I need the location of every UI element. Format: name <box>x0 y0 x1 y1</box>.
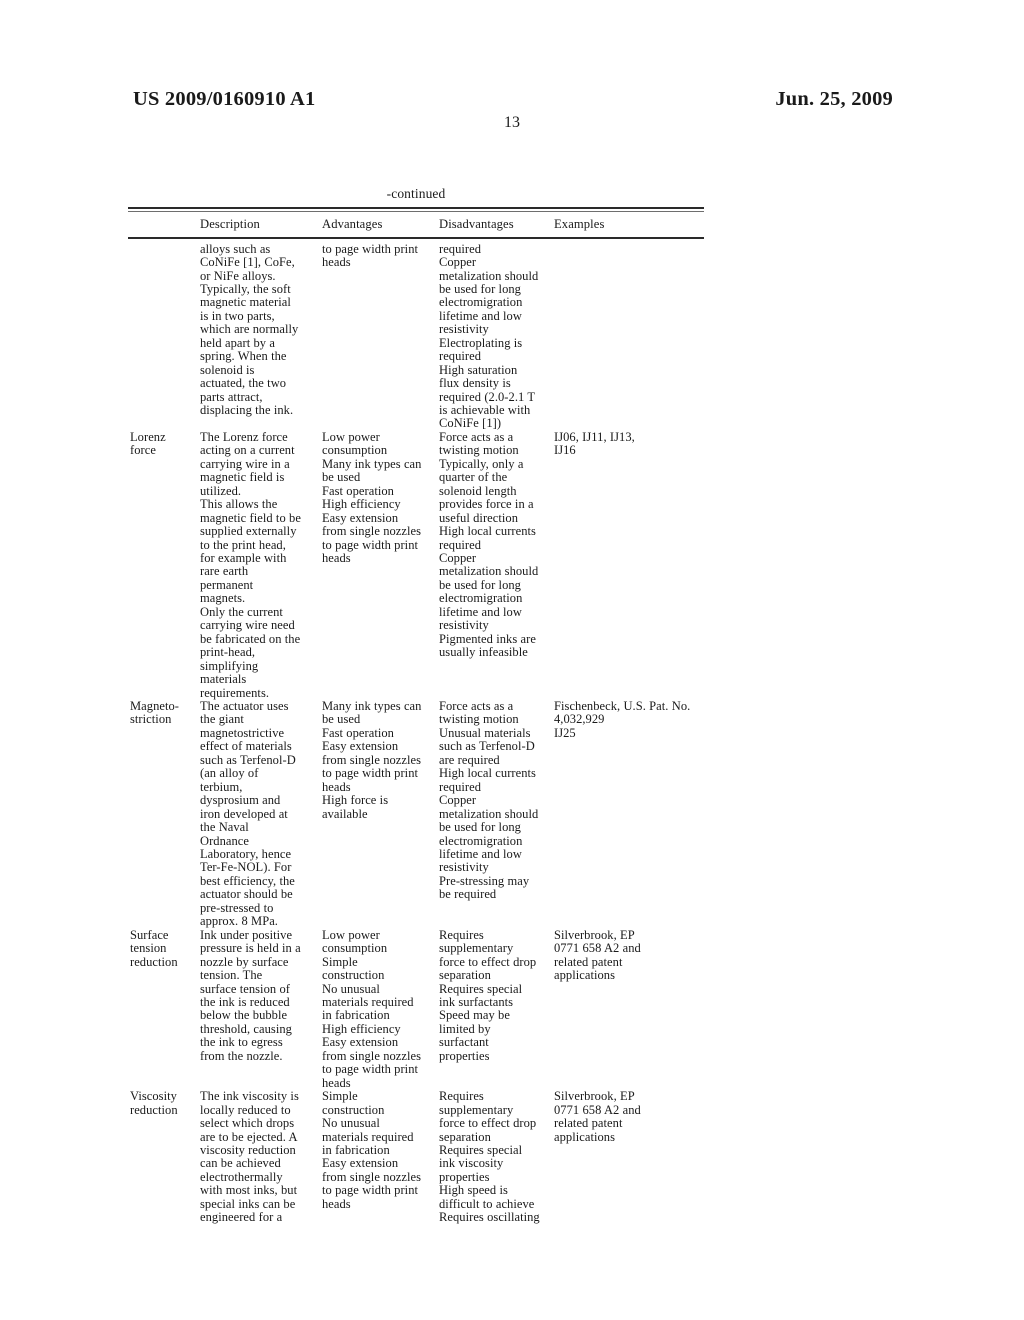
cell-disadvantages: Requires supplementary force to effect d… <box>439 1089 540 1225</box>
row-label: Magneto- striction <box>130 699 179 727</box>
continued-table: -continued Description Advantages Disadv… <box>128 186 704 1225</box>
column-header-advantages: Advantages <box>322 216 383 231</box>
page-running-head: US 2009/0160910 A1 Jun. 25, 2009 <box>0 88 1024 114</box>
cell-description: The Lorenz force acting on a current car… <box>200 429 301 700</box>
cell-description: The ink viscosity is locally reduced to … <box>200 1089 299 1225</box>
table-row: Viscosity reduction The ink viscosity is… <box>128 1089 704 1225</box>
cell-advantages: Low power consumption Simple constructio… <box>322 927 422 1090</box>
cell-description: The actuator uses the giant magnetostric… <box>200 699 296 929</box>
cell-disadvantages: required Copper metalization should be u… <box>439 241 539 431</box>
column-header-disadvantages: Disadvantages <box>439 216 514 231</box>
cell-description: alloys such as CoNiFe [1], CoFe, or NiFe… <box>200 241 299 418</box>
cell-disadvantages: Requires supplementary force to effect d… <box>439 927 537 1063</box>
column-header-examples: Examples <box>554 216 605 231</box>
cell-examples: Silverbrook, EP 0771 658 A2 and related … <box>554 1089 641 1144</box>
publication-number: US 2009/0160910 A1 <box>133 88 316 110</box>
cell-advantages: to page width print heads <box>322 241 419 270</box>
cell-disadvantages: Force acts as a twisting motion Unusual … <box>439 699 539 902</box>
table-header-row: Description Advantages Disadvantages Exa… <box>128 212 704 237</box>
publication-date: Jun. 25, 2009 <box>775 88 893 110</box>
table-body: alloys such as CoNiFe [1], CoFe, or NiFe… <box>128 239 704 1225</box>
row-label: Viscosity reduction <box>130 1089 178 1117</box>
table-continued-label: -continued <box>386 186 446 201</box>
page-number: 13 <box>504 114 520 131</box>
cell-examples: Fischenbeck, U.S. Pat. No. 4,032,929 IJ2… <box>554 699 691 740</box>
cell-disadvantages: Force acts as a twisting motion Typicall… <box>439 429 539 660</box>
column-header-name <box>130 217 200 232</box>
table-row: Magneto- striction The actuator uses the… <box>128 699 704 929</box>
table-row: Lorenz force The Lorenz force acting on … <box>128 429 704 700</box>
cell-advantages: Simple construction No unusual materials… <box>322 1089 422 1211</box>
table-row: Surface tension reduction Ink under posi… <box>128 927 704 1090</box>
cell-examples: Silverbrook, EP 0771 658 A2 and related … <box>554 927 641 983</box>
table-row: alloys such as CoNiFe [1], CoFe, or NiFe… <box>128 241 704 431</box>
cell-advantages: Many ink types can be used Fast operatio… <box>322 699 422 821</box>
cell-examples: IJ06, IJ11, IJ13, IJ16 <box>554 429 635 458</box>
row-label: Surface tension reduction <box>130 927 178 969</box>
column-header-description: Description <box>200 216 260 231</box>
row-label: Lorenz force <box>130 429 166 458</box>
cell-advantages: Low power consumption Many ink types can… <box>322 429 422 566</box>
cell-description: Ink under positive pressure is held in a… <box>200 927 301 1063</box>
